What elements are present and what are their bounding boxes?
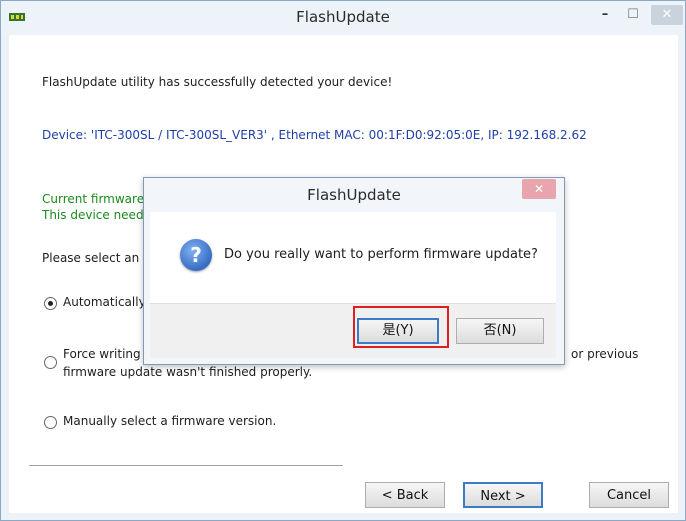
select-prompt: Please select an: [42, 251, 140, 265]
no-button[interactable]: 否(N): [456, 318, 544, 344]
dialog-close-button[interactable]: ✕: [522, 179, 556, 199]
next-button[interactable]: Next >: [463, 482, 543, 508]
dialog-title: FlashUpdate: [307, 186, 401, 204]
force-radio-label: Force writing: [63, 347, 141, 361]
manual-radio-label: Manually select a firmware version.: [63, 414, 277, 428]
back-button[interactable]: < Back: [365, 482, 445, 508]
dialog-question: Do you really want to perform firmware u…: [224, 247, 538, 262]
annotation-highlight-box: [353, 306, 449, 348]
title-bar: FlashUpdate – ☐ ✕: [1, 1, 685, 35]
current-firmware-text: Current firmware: [42, 192, 145, 206]
force-radio-label-suffix: or previous: [571, 347, 639, 361]
divider: [29, 465, 343, 466]
force-radio[interactable]: [44, 356, 57, 369]
auto-radio-label: Automatically: [63, 295, 146, 309]
manual-radio[interactable]: [44, 416, 57, 429]
close-button[interactable]: ✕: [651, 5, 683, 25]
device-info: Device: 'ITC-300SL / ITC-300SL_VER3' , E…: [42, 128, 587, 142]
auto-radio[interactable]: [44, 297, 57, 310]
minimize-button[interactable]: –: [593, 5, 617, 25]
window-title: FlashUpdate: [296, 8, 390, 26]
dialog-body: ? Do you really want to perform firmware…: [150, 212, 556, 303]
cancel-button[interactable]: Cancel: [589, 482, 669, 508]
force-radio-label-line2: firmware update wasn't finished properly…: [63, 365, 313, 379]
maximize-button[interactable]: ☐: [621, 5, 645, 25]
success-message: FlashUpdate utility has successfully det…: [42, 75, 393, 89]
question-icon: ?: [180, 239, 212, 271]
flashupdate-window: FlashUpdate – ☐ ✕ FlashUpdate utility ha…: [0, 0, 686, 521]
device-needs-text: This device need: [42, 208, 144, 222]
